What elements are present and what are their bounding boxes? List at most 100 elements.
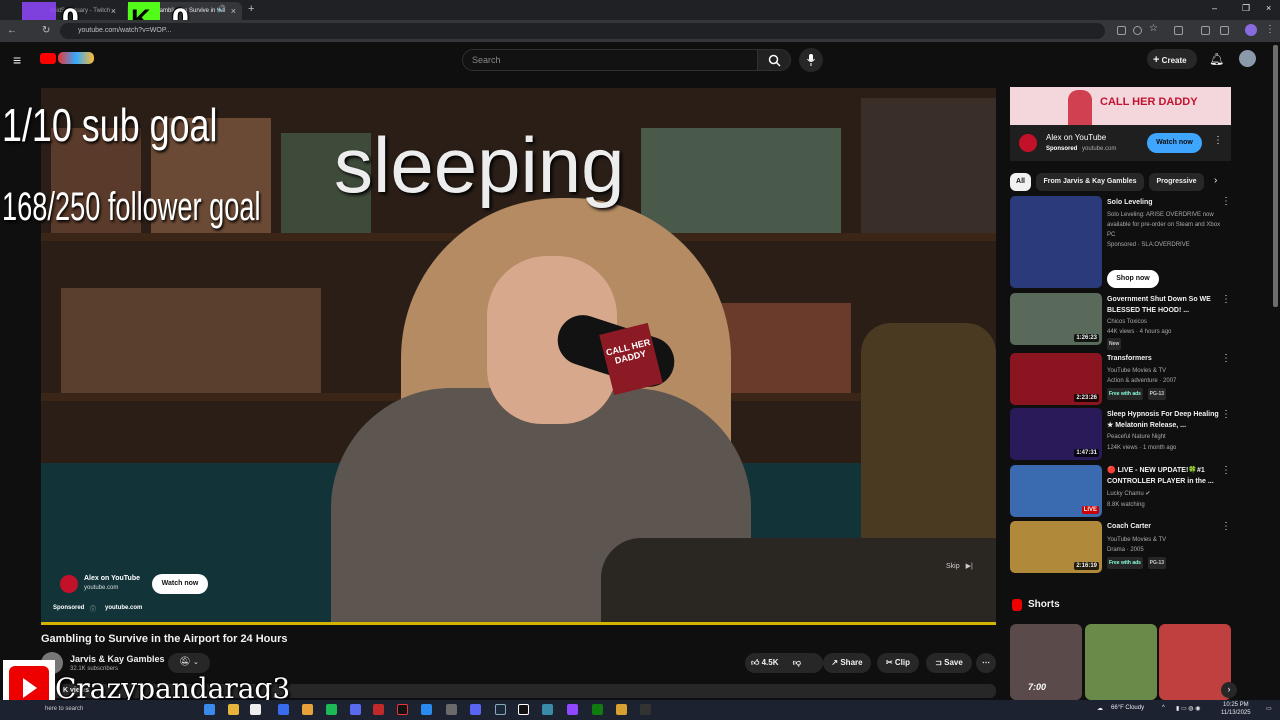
rec-thumbnail[interactable]: LIVE [1010, 465, 1102, 517]
share-button[interactable]: ↗ Share [823, 653, 871, 673]
chip-from-channel[interactable]: From Jarvis & Kay Gambles [1036, 173, 1144, 191]
chevron-right-icon[interactable]: › [1214, 175, 1217, 186]
search-input[interactable]: Search [462, 49, 758, 71]
app-icon[interactable] [350, 704, 361, 715]
rec-title[interactable]: Solo Leveling [1107, 197, 1219, 208]
chrome-icon[interactable] [302, 704, 313, 715]
account-avatar[interactable] [1239, 50, 1256, 67]
more-vert-icon[interactable]: ⋮ [1221, 196, 1231, 207]
video-progress-bar[interactable] [41, 622, 996, 625]
back-icon[interactable]: ← [7, 25, 17, 37]
more-actions-button[interactable]: ⋯ [976, 653, 996, 673]
browser-menu-icon[interactable]: ⋮ [1265, 24, 1275, 35]
short-thumbnail[interactable]: 7:00 [1010, 624, 1082, 700]
new-tab-button[interactable]: + [248, 3, 254, 15]
hamburger-menu-icon[interactable]: ≡ [13, 52, 21, 68]
reload-icon[interactable]: ↻ [42, 25, 50, 37]
more-vert-icon[interactable]: ⋮ [1221, 521, 1231, 532]
info-icon[interactable]: ⓘ [90, 604, 96, 613]
short-thumbnail[interactable] [1085, 624, 1157, 700]
tray-icons[interactable]: ▮ ▭ ◍ ◉ [1176, 705, 1200, 712]
speaker-icon[interactable]: 🔊 [217, 5, 226, 13]
tray-chevron-icon[interactable]: ^ [1162, 705, 1165, 711]
save-button[interactable]: ⊐ Save [926, 653, 972, 673]
steam-icon[interactable] [495, 704, 506, 715]
chip-progressive[interactable]: Progressive [1149, 173, 1204, 191]
app-icon[interactable] [542, 704, 553, 715]
app-icon[interactable] [640, 704, 651, 715]
more-vert-icon[interactable]: ⋮ [1221, 353, 1231, 364]
subscription-bell-button[interactable]: 🔕︎ ⌄ [168, 653, 210, 673]
rec-channel[interactable]: Peaceful Nature Night [1107, 432, 1222, 442]
more-vert-icon[interactable]: ⋮ [1213, 135, 1223, 146]
app-icon[interactable] [616, 704, 627, 715]
more-vert-icon[interactable]: ⋮ [1221, 409, 1231, 420]
ad-watch-now-button[interactable]: Watch now [152, 574, 208, 594]
spotify-icon[interactable] [326, 704, 337, 715]
create-button[interactable]: + Create [1147, 49, 1197, 69]
rec-title[interactable]: Coach Carter [1107, 521, 1219, 532]
rec-thumbnail[interactable]: 2:23:26 [1010, 353, 1102, 405]
twitch-app-icon[interactable] [567, 704, 578, 715]
like-icon[interactable]: 👍︎ [751, 658, 759, 667]
edge-icon[interactable] [204, 704, 215, 715]
ad-channel-avatar[interactable] [60, 575, 78, 593]
voice-search-button[interactable] [799, 48, 823, 72]
sidebar-icon[interactable] [1201, 26, 1210, 35]
close-icon[interactable]: × [111, 6, 116, 16]
rec-channel[interactable]: YouTube Movies & TV [1107, 535, 1222, 545]
discord-icon[interactable] [470, 704, 481, 715]
tiktok-icon[interactable] [397, 704, 408, 715]
youtube-logo-icon[interactable] [40, 53, 56, 64]
weather-text[interactable]: 66°F Cloudy [1111, 705, 1144, 711]
rec-channel[interactable]: Lucky Chamu ✔ [1107, 489, 1222, 499]
rec-channel[interactable]: Chicos Toxicos [1107, 317, 1222, 327]
close-icon[interactable]: × [231, 6, 236, 16]
like-count[interactable]: 4.5K [762, 658, 779, 667]
extensions-icon[interactable] [1174, 26, 1183, 35]
rec-thumbnail[interactable]: 1:26:23 [1010, 293, 1102, 345]
profile-avatar[interactable] [1245, 24, 1257, 36]
mail-icon[interactable] [278, 704, 289, 715]
shorts-next-button[interactable]: › [1221, 682, 1237, 698]
bookmark-star-icon[interactable]: ☆ [1149, 23, 1158, 34]
maximize-icon[interactable]: ❐ [1242, 3, 1250, 14]
channel-name[interactable]: Jarvis & Kay Gambles [70, 654, 165, 664]
app-icon[interactable] [421, 704, 432, 715]
cast-icon[interactable] [1117, 26, 1126, 35]
ad-channel-avatar[interactable] [1019, 134, 1037, 152]
file-explorer-icon[interactable] [228, 704, 239, 715]
skip-ad-button[interactable]: Skip ▶| [946, 562, 973, 570]
more-vert-icon[interactable]: ⋮ [1221, 294, 1231, 305]
search-button[interactable] [757, 49, 791, 71]
app-icon[interactable] [446, 704, 457, 715]
rec-thumbnail[interactable]: 1:47:31 [1010, 408, 1102, 460]
rec-thumbnail[interactable] [1010, 196, 1102, 288]
download-icon[interactable] [1220, 26, 1229, 35]
rec-title[interactable]: Government Shut Down So WE BLESSED THE H… [1107, 294, 1219, 316]
store-icon[interactable] [250, 704, 261, 715]
zoom-icon[interactable] [1133, 26, 1142, 35]
notification-center-icon[interactable]: ▭ [1266, 705, 1272, 712]
weather-icon[interactable]: ☁ [1097, 705, 1103, 712]
youtube-doodle-logo[interactable] [58, 52, 94, 64]
ad-channel-name[interactable]: Alex on YouTube [84, 575, 140, 582]
sidebar-watch-now-button[interactable]: Watch now [1147, 133, 1202, 153]
rec-title[interactable]: 🔴 LIVE - NEW UPDATE!🍀#1 CONTROLLER PLAYE… [1107, 465, 1219, 487]
rec-thumbnail[interactable]: 2:16:19 [1010, 521, 1102, 573]
rec-title[interactable]: Transformers [1107, 353, 1219, 364]
clock-time[interactable]: 10:25 PM [1223, 702, 1249, 708]
ad-channel-name[interactable]: Alex on YouTube [1046, 133, 1106, 142]
clip-button[interactable]: ✂ Clip [877, 653, 919, 673]
more-vert-icon[interactable]: ⋮ [1221, 465, 1231, 476]
shop-now-button[interactable]: Shop now [1107, 270, 1159, 288]
page-scrollbar[interactable] [1273, 45, 1278, 307]
app-icon[interactable] [373, 704, 384, 715]
dislike-icon[interactable]: 👎︎ [793, 658, 801, 667]
xbox-icon[interactable] [592, 704, 603, 715]
close-window-icon[interactable]: × [1266, 3, 1271, 13]
taskbar-search[interactable]: here to search [45, 703, 165, 717]
rec-channel[interactable]: YouTube Movies & TV [1107, 366, 1222, 376]
sidebar-ad-card[interactable]: Alex on YouTube Sponsored youtube.com Wa… [1010, 125, 1231, 161]
clock-date[interactable]: 11/13/2025 [1221, 710, 1251, 716]
